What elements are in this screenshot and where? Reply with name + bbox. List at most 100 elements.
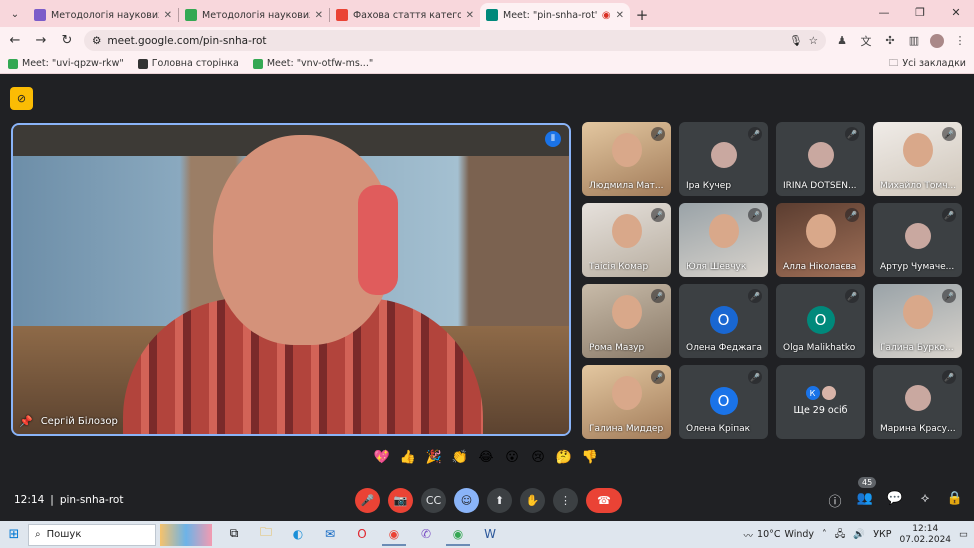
more-participants-label: Ще 29 осіб [793,405,848,416]
muted-mic-icon: 🎤 [651,208,665,222]
participant-tile[interactable]: 🎤 Юля Шевчук [679,203,768,277]
host-controls-icon[interactable]: 🔒 [946,491,964,510]
back-icon[interactable]: ← [6,33,24,48]
network-icon[interactable]: 🖧 [835,527,846,543]
bookmark-home[interactable]: Головна сторінка [137,58,239,69]
close-tab-icon[interactable]: ✕ [616,10,624,21]
extension-icon[interactable]: ♟ [834,33,850,49]
tray-chevron-icon[interactable]: ˄ [822,529,827,540]
camera-off-button[interactable]: 📷 [388,487,413,513]
main-speaker-tile[interactable]: ⦀ 📌 Сергій Білозор [11,123,571,436]
mic-off-button[interactable]: 🎤 [355,487,380,513]
word-icon[interactable]: W [478,524,502,546]
volume-icon[interactable]: 🔊 [853,529,865,540]
taskbar-clock[interactable]: 12:14 07.02.2024 [899,524,951,546]
menu-dots-icon[interactable]: ⋮ [952,33,968,49]
participant-tile[interactable]: 🎤 Іра Кучер [679,122,768,196]
search-highlight-art[interactable] [160,523,212,546]
chrome-profile-icon[interactable]: ◉ [446,524,470,546]
mail-icon[interactable]: ✉ [318,524,342,546]
file-explorer-icon[interactable]: 🗀 [254,524,278,546]
participant-initial-avatar: O [806,305,835,334]
more-options-button[interactable]: ⋮ [553,487,578,513]
chrome-icon[interactable]: ◉ [382,524,406,546]
activities-icon[interactable]: ⟡ [916,491,934,510]
emoji-button[interactable]: ☺ [454,487,479,513]
minimize-icon[interactable]: — [866,0,902,24]
maximize-icon[interactable]: ❐ [902,0,938,24]
reaction-emoji[interactable]: 👎 [580,447,600,467]
tab-4-active[interactable]: Meet: "pin-snha-rot" ◉ ✕ [480,3,630,27]
reaction-emoji[interactable]: 🤔 [554,447,574,467]
participant-tile[interactable]: К Ще 29 осіб [776,365,865,439]
taskbar-search[interactable]: ⌕ Пошук [28,523,156,546]
participant-tile[interactable]: 🎤 Таісія Комар [582,203,671,277]
close-tab-icon[interactable]: ✕ [315,10,323,21]
participant-tile[interactable]: 🎤 Марина Красу... [873,365,962,439]
tab-2[interactable]: Методологія наукових дослід ✕ [179,3,329,27]
participant-video [902,133,933,168]
notifications-icon[interactable]: ▭ [959,529,968,540]
microphone-icon[interactable]: 🎙 [789,34,802,47]
close-tab-icon[interactable]: ✕ [164,10,172,21]
participant-tile[interactable]: 🎤 Рома Мазур [582,284,671,358]
participants-grid: 🎤 Людмила Мат... 🎤 Іра Кучер 🎤 IRINA DOTSEN..… [582,122,966,439]
close-window-icon[interactable]: ✕ [938,0,974,24]
present-button[interactable]: ⬆ [487,487,512,513]
reaction-emoji[interactable]: 😂 [476,447,496,467]
translate-icon[interactable]: 文 [858,33,874,49]
leave-call-button[interactable]: ☎ [586,487,622,513]
companion-mode-button[interactable]: ⊘ [10,87,33,110]
participant-tile[interactable]: O 🎤 Olga Malikhatko [776,284,865,358]
reaction-emoji[interactable]: 🎉 [424,447,444,467]
participant-tile[interactable]: 🎤 Михайло Томч... [873,122,962,196]
task-view-icon[interactable]: ⧉ [222,524,246,546]
address-input[interactable]: ⚙ meet.google.com/pin-snha-rot 🎙 ☆ [84,30,826,51]
participant-tile[interactable]: 🎤 Артур Чумаче... [873,203,962,277]
participant-tile[interactable]: 🎤 Галина Миддер [582,365,671,439]
tab-3[interactable]: Фахова стаття категорії Б (спе ✕ [330,3,480,27]
site-info-icon[interactable]: ⚙ [92,35,101,47]
pin-icon[interactable]: 📌 [19,415,33,428]
language-indicator[interactable]: УКР [873,529,891,540]
muted-mic-icon: 🎤 [845,127,859,141]
windows-start-icon[interactable]: ⊞ [0,527,28,542]
chevron-down-icon: ⌄ [10,8,20,20]
extensions-puzzle-icon[interactable]: ✣ [882,33,898,49]
bookmark-meet-1[interactable]: Meet: "uvi-qpzw-rkw" [8,58,124,69]
forward-icon[interactable]: → [32,33,50,48]
reaction-emoji[interactable]: 😮 [502,447,522,467]
participant-avatar [904,223,931,250]
participant-tile[interactable]: 🎤 Людмила Мат... [582,122,671,196]
profile-avatar[interactable] [930,33,944,48]
meeting-info-icon[interactable]: ⓘ [826,491,844,510]
viber-icon[interactable]: ✆ [414,524,438,546]
people-icon[interactable]: 👥 45 [856,476,877,510]
participant-tile[interactable]: 🎤 Галина Бурко... [873,284,962,358]
reaction-emoji[interactable]: 😢 [528,447,548,467]
bookmark-star-icon[interactable]: ☆ [809,35,818,47]
chat-icon[interactable]: 💬 [886,491,904,510]
participant-tile[interactable]: 🎤 IRINA DOTSEN... [776,122,865,196]
bookmark-meet-2[interactable]: Meet: "vnv-otfw-ms..." [252,58,373,69]
raise-hand-button[interactable]: ✋ [520,487,545,513]
tab-search-button[interactable]: ⌄ [4,3,26,25]
close-tab-icon[interactable]: ✕ [466,10,474,21]
weather-widget[interactable]: 〰 10°C Windy [744,528,815,542]
side-panel-icon[interactable]: ▥ [906,33,922,49]
participant-video [805,214,836,249]
tab-1[interactable]: Методологія наукових дослід ✕ [28,3,178,27]
new-tab-button[interactable]: + [630,3,654,27]
reaction-emoji[interactable]: 👍 [398,447,418,467]
muted-mic-icon: 🎤 [748,127,762,141]
all-bookmarks[interactable]: 🗀 Усі закладки [889,56,966,72]
participant-tile[interactable]: О 🎤 Олена Кріпак [679,365,768,439]
captions-button[interactable]: CC [421,487,446,513]
reaction-emoji[interactable]: 👏 [450,447,470,467]
edge-icon[interactable]: ◐ [286,524,310,546]
reaction-emoji[interactable]: 💖 [372,447,392,467]
opera-icon[interactable]: O [350,524,374,546]
participant-tile[interactable]: О 🎤 Олена Феджага [679,284,768,358]
reload-icon[interactable]: ↻ [58,33,76,48]
participant-tile[interactable]: 🎤 Алла Ніколаєва [776,203,865,277]
